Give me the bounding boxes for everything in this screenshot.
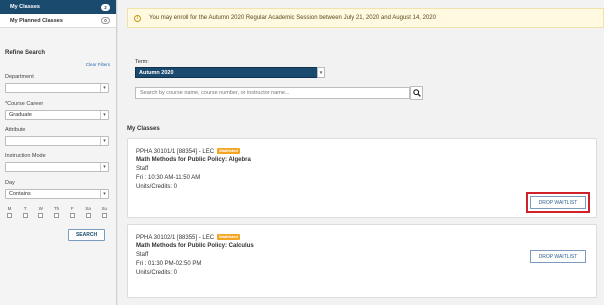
- class-code: PPHA 30101/1 [88354] - LEC: [136, 149, 215, 155]
- nav-my-planned-classes-label: My Planned Classes: [10, 17, 63, 24]
- department-select[interactable]: ▾: [5, 83, 109, 93]
- class-units: Units/Credits: 0: [136, 184, 178, 190]
- instruction-mode-label: Instruction Mode: [5, 153, 46, 159]
- main-content: ! You may enroll for the Autumn 2020 Reg…: [118, 0, 604, 305]
- day-thursday[interactable]: Th: [54, 206, 59, 218]
- day-monday[interactable]: M: [7, 206, 12, 218]
- day-label-th: Th: [53, 206, 60, 211]
- status-badge: Waitlisted: [217, 148, 240, 154]
- enrollment-alert: ! You may enroll for the Autumn 2020 Reg…: [127, 8, 604, 28]
- class-title: Math Methods for Public Policy: Calculus: [136, 243, 254, 249]
- day-checkbox[interactable]: [101, 213, 107, 218]
- department-label: Department: [5, 74, 34, 80]
- chevron-down-icon: ▾: [100, 190, 108, 198]
- day-label-sa: Sa: [85, 206, 91, 211]
- drop-waitlist-button[interactable]: DROP WAITLIST: [530, 250, 586, 263]
- day-wednesday[interactable]: W: [38, 206, 44, 218]
- day-label-m: M: [7, 206, 12, 211]
- day-checkbox[interactable]: [85, 213, 91, 218]
- class-instructor: Staff: [136, 166, 149, 172]
- my-classes-title: My Classes: [127, 126, 160, 132]
- class-schedule: Fri : 10:30 AM-11:50 AM: [136, 175, 201, 181]
- drop-waitlist-button[interactable]: DROP WAITLIST: [530, 196, 586, 209]
- day-tuesday[interactable]: T: [22, 206, 28, 218]
- clear-filters-link[interactable]: Clear Filters: [86, 62, 110, 67]
- day-label: Day: [5, 180, 15, 186]
- day-checkbox[interactable]: [38, 213, 44, 218]
- day-sunday[interactable]: Su: [101, 206, 107, 218]
- nav-my-classes[interactable]: My Classes 2: [0, 0, 116, 14]
- class-schedule: Fri : 01:30 PM-02:50 PM: [136, 261, 202, 267]
- day-checkbox[interactable]: [22, 213, 28, 218]
- class-code-line: PPHA 30101/1 [88354] - LEC Waitlisted: [136, 148, 240, 155]
- class-search-button[interactable]: [410, 86, 423, 100]
- info-circle-icon: !: [134, 14, 141, 22]
- day-checkbox[interactable]: [69, 213, 75, 218]
- term-select[interactable]: Autumn 2020 ▾: [135, 67, 325, 78]
- refine-search-title: Refine Search: [5, 50, 46, 56]
- term-value: Autumn 2020: [139, 69, 174, 76]
- day-checkbox[interactable]: [53, 213, 59, 218]
- class-search-input[interactable]: Search by course name, course number, or…: [135, 87, 410, 99]
- day-friday[interactable]: F: [69, 206, 75, 218]
- magnifier-icon: [412, 89, 421, 97]
- nav-my-planned-classes-count: 0: [101, 17, 110, 24]
- day-label-f: F: [70, 206, 74, 211]
- chevron-down-icon: ▾: [100, 163, 108, 171]
- term-label: Term:: [135, 59, 149, 65]
- day-saturday[interactable]: Sa: [85, 206, 91, 218]
- class-units: Units/Credits: 0: [136, 270, 178, 276]
- class-code: PPHA 30102/1 [88355] - LEC: [136, 235, 215, 241]
- course-career-label: *Course Career: [5, 101, 44, 107]
- alert-text: You may enroll for the Autumn 2020 Regul…: [149, 15, 436, 21]
- class-title: Math Methods for Public Policy: Algebra: [136, 157, 251, 163]
- day-label-su: Su: [101, 206, 107, 211]
- class-code-line: PPHA 30102/1 [88355] - LEC Waitlisted: [136, 234, 240, 241]
- attribute-select[interactable]: ▾: [5, 136, 109, 146]
- search-button[interactable]: SEARCH: [68, 229, 105, 241]
- chevron-down-icon: ▾: [100, 111, 108, 119]
- nav-my-classes-label: My Classes: [10, 4, 40, 10]
- instruction-mode-select[interactable]: ▾: [5, 162, 109, 172]
- chevron-down-icon: ▾: [100, 137, 108, 145]
- course-career-value: Graduate: [9, 112, 32, 118]
- class-card: PPHA 30101/1 [88354] - LEC Waitlisted Mat…: [127, 138, 597, 218]
- day-value: Contains: [9, 191, 31, 197]
- nav-my-classes-count: 2: [101, 3, 110, 11]
- sidebar: My Classes 2 My Planned Classes 0 Refine…: [0, 0, 117, 305]
- class-card: PPHA 30102/1 [88355] - LEC Waitlisted Mat…: [127, 224, 597, 298]
- day-checkbox[interactable]: [7, 213, 12, 218]
- status-badge: Waitlisted: [217, 234, 240, 240]
- course-career-select[interactable]: Graduate ▾: [5, 110, 109, 120]
- chevron-down-icon: ▾: [317, 67, 325, 78]
- day-label-t: T: [23, 206, 27, 211]
- day-label-w: W: [38, 206, 43, 211]
- day-checkboxes: M T W Th F Sa Su: [7, 206, 107, 218]
- day-select[interactable]: Contains ▾: [5, 189, 109, 199]
- attribute-label: Attribute: [5, 127, 26, 133]
- nav-my-planned-classes[interactable]: My Planned Classes 0: [0, 14, 116, 28]
- chevron-down-icon: ▾: [100, 84, 108, 92]
- class-instructor: Staff: [136, 252, 149, 258]
- class-search-placeholder: Search by course name, course number, or…: [140, 90, 290, 96]
